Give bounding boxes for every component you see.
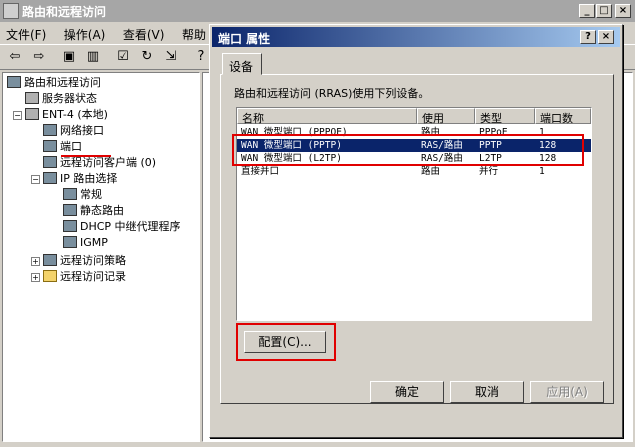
folder-icon — [43, 270, 57, 282]
menu-view[interactable]: 查看(V) — [123, 28, 165, 42]
general-icon — [63, 188, 77, 200]
relay-icon — [63, 220, 77, 232]
tree-network-interfaces[interactable]: 网络接口 — [43, 123, 104, 139]
tree-pane: 路由和远程访问 服务器状态 − ENT-4 (本地) 网络接口 端口 远程访问客户… — [2, 72, 200, 442]
port-icon — [43, 140, 57, 152]
tree-root[interactable]: 路由和远程访问 — [7, 75, 101, 91]
apply-button[interactable]: 应用(A) — [530, 381, 604, 403]
minimize-button[interactable]: _ — [579, 4, 595, 18]
network-icon — [43, 124, 57, 136]
server-icon — [25, 92, 39, 104]
menu-file[interactable]: 文件(F) — [6, 28, 46, 42]
policy-icon — [43, 254, 57, 266]
close-button[interactable]: × — [615, 4, 631, 18]
refresh-icon[interactable]: ↻ — [136, 48, 158, 68]
column-ports[interactable]: 端口数 — [535, 108, 591, 125]
dialog-titlebar: 端口 属性 ? × — [212, 27, 620, 47]
ports-properties-dialog: 端口 属性 ? × 设备 路由和远程访问 (RRAS)使用下列设备。 名称 使用… — [209, 24, 623, 438]
column-type[interactable]: 类型 — [475, 108, 535, 125]
dialog-help-button[interactable]: ? — [580, 30, 596, 44]
column-usage[interactable]: 使用 — [417, 108, 475, 125]
main-title: 路由和远程访问 — [22, 5, 107, 19]
tree-igmp[interactable]: IGMP — [63, 235, 108, 251]
menu-help[interactable]: 帮助 — [182, 28, 206, 42]
highlight-box-configure — [236, 323, 336, 361]
client-icon — [43, 156, 57, 168]
highlight-box-rows — [232, 134, 584, 166]
tree-general[interactable]: 常规 — [63, 187, 102, 203]
computer-icon — [7, 76, 21, 88]
forward-arrow-icon[interactable]: ⇨ — [28, 48, 50, 68]
export-icon[interactable]: ⇲ — [160, 48, 182, 68]
server-icon — [25, 108, 39, 120]
igmp-icon — [63, 236, 77, 248]
show-tree-icon[interactable]: ▥ — [82, 48, 104, 68]
tree-remote-policies[interactable]: + 远程访问策略 — [31, 253, 126, 269]
cancel-button[interactable]: 取消 — [450, 381, 524, 403]
tree-remote-logging[interactable]: + 远程访问记录 — [31, 269, 126, 285]
maximize-button[interactable]: □ — [596, 4, 612, 18]
properties-icon[interactable]: ☑ — [112, 48, 134, 68]
routing-icon — [43, 172, 57, 184]
tree-remote-clients[interactable]: 远程访问客户端 (0) — [43, 155, 156, 171]
device-description: 路由和远程访问 (RRAS)使用下列设备。 — [234, 87, 430, 100]
back-arrow-icon[interactable]: ⇦ — [4, 48, 26, 68]
dialog-title: 端口 属性 — [218, 32, 271, 46]
tree-dhcp-relay[interactable]: DHCP 中继代理程序 — [63, 219, 181, 235]
tree-static-routes[interactable]: 静态路由 — [63, 203, 124, 219]
table-row[interactable]: 直接并口 路由 并行 1 — [237, 165, 591, 178]
tab-devices[interactable]: 设备 — [222, 53, 262, 75]
main-titlebar: 路由和远程访问 _ □ × — [0, 0, 635, 22]
ok-button[interactable]: 确定 — [370, 381, 444, 403]
collapse-icon[interactable]: − — [31, 175, 40, 184]
expand-icon[interactable]: + — [31, 273, 40, 282]
expand-icon[interactable]: + — [31, 257, 40, 266]
collapse-icon[interactable]: − — [13, 111, 22, 120]
dialog-close-button[interactable]: × — [598, 30, 614, 44]
up-folder-icon[interactable]: ▣ — [58, 48, 80, 68]
tree-server-status[interactable]: 服务器状态 — [25, 91, 97, 107]
tree-ip-routing[interactable]: − IP 路由选择 — [31, 171, 117, 187]
tree-server[interactable]: − ENT-4 (本地) — [13, 107, 108, 123]
app-icon — [3, 3, 19, 19]
route-icon — [63, 204, 77, 216]
tree-ports[interactable]: 端口 — [43, 139, 82, 155]
menu-action[interactable]: 操作(A) — [64, 28, 106, 42]
column-name[interactable]: 名称 — [237, 108, 417, 125]
